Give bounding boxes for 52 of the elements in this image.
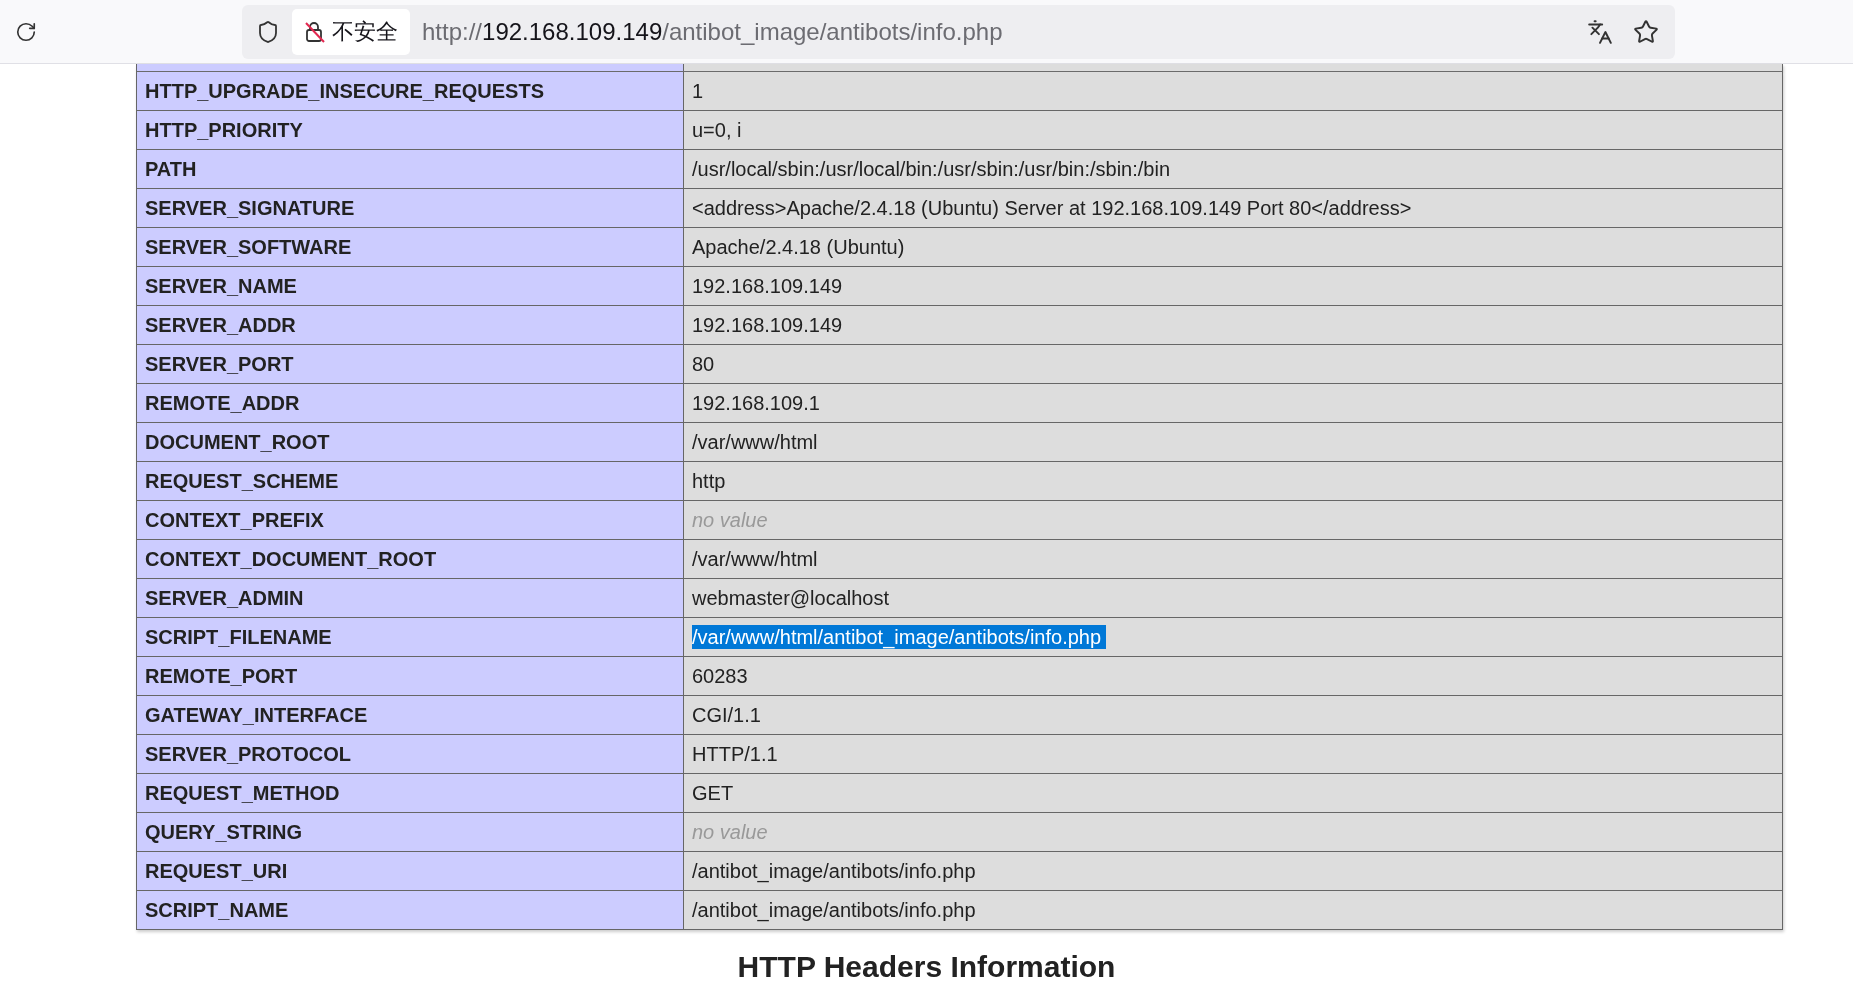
value-text: CGI/1.1 [692,703,762,727]
key-cell: GATEWAY_INTERFACE [137,696,684,734]
key-cell: HTTP_UPGRADE_INSECURE_REQUESTS [137,72,684,110]
key-cell: SERVER_PROTOCOL [137,735,684,773]
value-text: http [692,469,727,493]
key-cell: SCRIPT_NAME [137,891,684,929]
key-cell: SCRIPT_FILENAME [137,618,684,656]
shield-icon[interactable] [256,19,280,44]
value-text: 192.168.109.149 [692,274,844,298]
value-text: /var/www/html [692,547,819,571]
value-text: GET [692,781,735,805]
address-bar[interactable]: 不安全 http://192.168.109.149/antibot_image/antibots/info.php [242,4,1675,59]
value-text: Apache/2.4.18 (Ubuntu) [692,235,906,259]
value-text: /antibot_image/antibots/info.php [692,898,977,922]
url-text[interactable]: http://192.168.109.149/antibot_image/antibots/info.php [422,13,1003,50]
value-text: u=0, i [692,118,743,142]
key-cell: REQUEST_SCHEME [137,462,684,500]
key-cell: CONTEXT_PREFIX [137,501,684,539]
value-text: webmaster@localhost [692,586,891,610]
translate-icon[interactable] [1587,18,1613,45]
key-cell: REQUEST_METHOD [137,774,684,812]
value-text: 80 [692,352,716,376]
value-text: /var/www/html [692,430,819,454]
key-cell: REMOTE_PORT [137,657,684,695]
key-cell: REMOTE_ADDR [137,384,684,422]
value-text: /antibot_image/antibots/info.php [692,859,977,883]
value-text: HTTP/1.1 [692,742,779,766]
value-text: 1 [692,79,705,103]
key-cell: SERVER_ADDR [137,306,684,344]
key-cell: SERVER_SIGNATURE [137,189,684,227]
key-cell: DOCUMENT_ROOT [137,423,684,461]
key-cell: QUERY_STRING [137,813,684,851]
key-cell: SERVER_SOFTWARE [137,228,684,266]
lock-slash-icon [304,19,326,44]
bookmark-star-icon[interactable] [1633,18,1659,45]
key-cell: SERVER_ADMIN [137,579,684,617]
key-cell: CONTEXT_DOCUMENT_ROOT [137,540,684,578]
section-heading: HTTP Headers Information [737,952,1116,982]
no-value-text: no value [692,508,769,532]
value-text: /usr/local/sbin:/usr/local/bin:/usr/sbin:/usr/bin:/sbin:/bin [692,157,1171,181]
key-cell: SERVER_PORT [137,345,684,383]
key-cell: SERVER_NAME [137,267,684,305]
key-cell: REQUEST_URI [137,852,684,890]
value-text: /var/www/html/antibot_image/antibots/info.php [692,625,1107,649]
value-text: 192.168.109.1 [692,391,821,415]
value-text: 192.168.109.149 [692,313,844,337]
key-cell: HTTP_PRIORITY [137,111,684,149]
no-value-text: no value [692,820,769,844]
value-text: 60283 [692,664,749,688]
value-text: <address>Apache/2.4.18 (Ubuntu) Server at 192.168.109.149 Port 80</address> [692,196,1413,220]
security-indicator[interactable]: 不安全 [292,8,410,55]
key-cell: PATH [137,150,684,188]
